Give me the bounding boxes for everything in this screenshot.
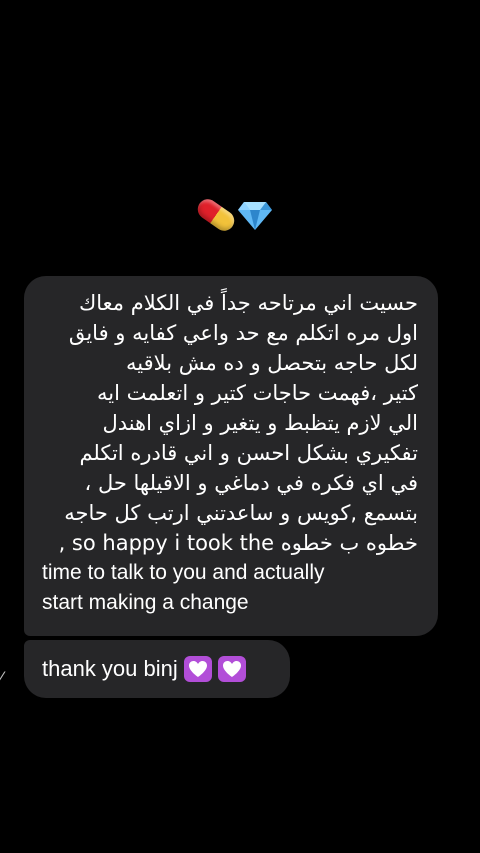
heart-icon bbox=[217, 656, 246, 682]
reaction-emojis bbox=[193, 192, 272, 238]
heart-icon bbox=[183, 656, 212, 682]
message-line: تفكيري بشكل احسن و اني قادره اتكلم bbox=[79, 441, 418, 465]
message-text: thank you binj bbox=[42, 654, 246, 684]
message-line: خطوه ب خطوه so happy i took the , bbox=[58, 531, 418, 555]
message-bubble[interactable]: thank you binj bbox=[24, 640, 290, 698]
pill-icon bbox=[193, 195, 239, 235]
gem-icon bbox=[238, 200, 272, 230]
reply-indicator: ⁄ bbox=[0, 668, 3, 687]
message-line: start making a change bbox=[42, 591, 249, 614]
message-line: لكل حاجه بتحصل و ده مش بلاقيه bbox=[126, 351, 418, 375]
message-text: حسيت اني مرتاحه جداً في الكلام معاك اول … bbox=[42, 288, 418, 618]
message-line: حسيت اني مرتاحه جداً في الكلام معاك bbox=[78, 291, 418, 315]
message-line: بتسمع ,كويس و ساعدتني ارتب كل حاجه bbox=[64, 501, 418, 525]
message-line: time to talk to you and actually bbox=[42, 561, 325, 584]
message-line: thank you binj bbox=[42, 656, 178, 681]
message-line: الي لازم يتظبط و يتغير و ازاي اهندل bbox=[102, 411, 418, 435]
message-bubble[interactable]: حسيت اني مرتاحه جداً في الكلام معاك اول … bbox=[24, 276, 438, 636]
message-line: اول مره اتكلم مع حد واعي كفايه و فايق bbox=[68, 321, 418, 345]
message-line: في اي فكره في دماغي و الاقيلها حل ، bbox=[84, 471, 419, 495]
message-line: كتير ،فهمت حاجات كتير و اتعلمت ايه bbox=[97, 381, 418, 405]
